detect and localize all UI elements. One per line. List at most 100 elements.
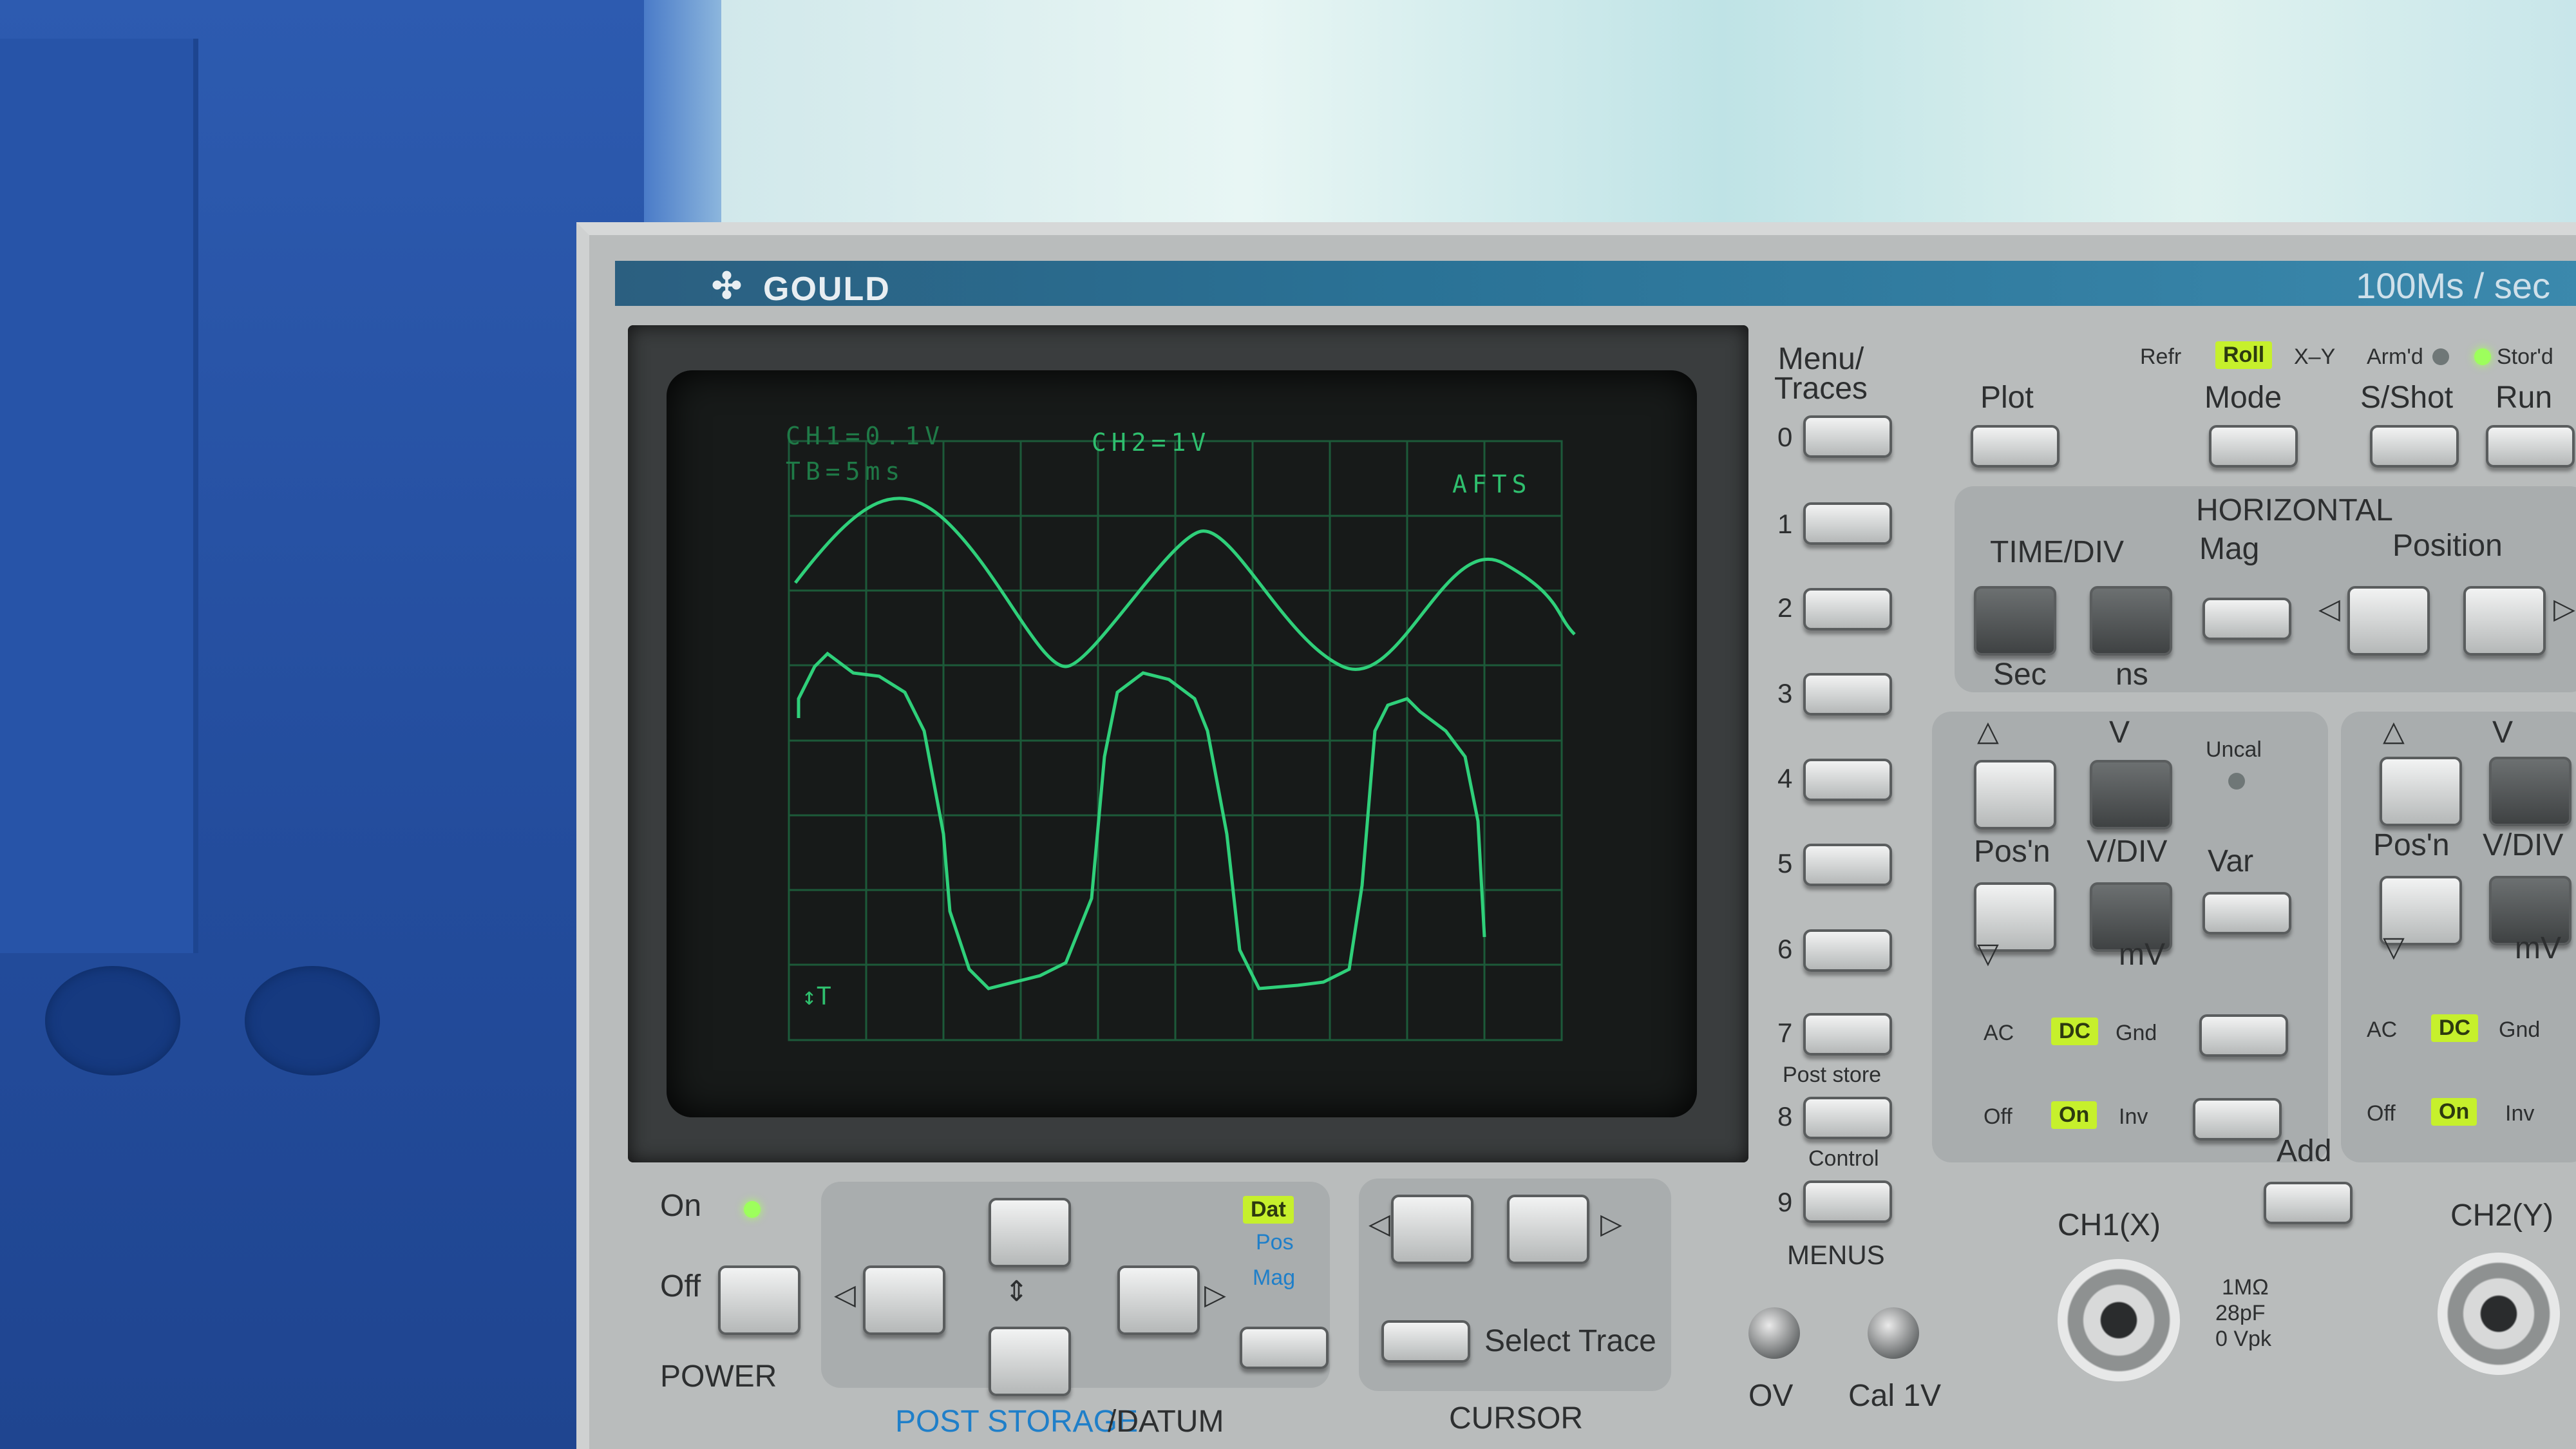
ch1-on-indicator: On bbox=[2051, 1101, 2098, 1129]
menu-key-9[interactable] bbox=[1803, 1180, 1892, 1223]
crt-screen: CH1=0.1V TB=5ms CH2=1V AFTS ↕T bbox=[667, 370, 1697, 1117]
brand-name: GOULD bbox=[763, 270, 891, 308]
gould-logo-icon: ✣ bbox=[712, 265, 744, 306]
ch1-spec-voltage: 0 Vpk bbox=[2215, 1327, 2271, 1351]
ch2-v-label: V bbox=[2492, 715, 2514, 750]
ch1-vdiv-v-button[interactable] bbox=[2090, 760, 2172, 829]
datum-right-button[interactable] bbox=[1117, 1265, 1200, 1335]
power-led bbox=[744, 1201, 761, 1218]
var-button[interactable] bbox=[2202, 892, 2291, 934]
chevron-right-icon: ▷ bbox=[1204, 1279, 1226, 1311]
menu-key-8[interactable] bbox=[1803, 1097, 1892, 1139]
datum-down-button[interactable] bbox=[989, 1327, 1071, 1396]
chevron-left-icon: ◁ bbox=[2318, 593, 2340, 625]
plot-label: Plot bbox=[1980, 381, 2034, 415]
plot-button[interactable] bbox=[1971, 425, 2060, 468]
ch2-off-label: Off bbox=[2367, 1101, 2396, 1126]
ch1-off-label: Off bbox=[1984, 1104, 2012, 1129]
ch2-mv-label: mV bbox=[2515, 931, 2561, 965]
ch1-bnc-connector[interactable] bbox=[2058, 1259, 2180, 1381]
ch2-dc-indicator: DC bbox=[2431, 1014, 2479, 1042]
menu-key-2[interactable] bbox=[1803, 588, 1892, 630]
mag-button[interactable] bbox=[2202, 598, 2291, 640]
mag-indicator: Mag bbox=[1253, 1265, 1296, 1290]
mode-readout: AFTS bbox=[1452, 470, 1532, 498]
cursor-left-button[interactable] bbox=[1391, 1195, 1473, 1264]
menu-key-5-label: 5 bbox=[1777, 848, 1793, 878]
refr-indicator: Refr bbox=[2140, 345, 2182, 369]
datum-left-button[interactable] bbox=[863, 1265, 945, 1335]
graticule bbox=[788, 440, 1563, 1041]
uncal-label: Uncal bbox=[2206, 737, 2262, 762]
power-on-label: On bbox=[660, 1189, 702, 1223]
mode-label: Mode bbox=[2204, 381, 2282, 415]
arrow-down-icon: ▽ bbox=[1977, 938, 1999, 969]
post-store-label: Post store bbox=[1783, 1063, 1882, 1087]
menu-key-1-label: 1 bbox=[1777, 509, 1793, 539]
run-label: Run bbox=[2496, 381, 2553, 415]
menu-key-3-label: 3 bbox=[1777, 678, 1793, 708]
ch2-connector-label: CH2(Y) bbox=[2450, 1198, 2554, 1233]
time-div-sec-button[interactable] bbox=[1974, 586, 2056, 656]
ns-label: ns bbox=[2116, 658, 2148, 692]
trace-ch1-sine bbox=[794, 497, 1576, 671]
chevron-right-icon: ▷ bbox=[2553, 593, 2575, 625]
menu-key-5[interactable] bbox=[1803, 844, 1892, 886]
sshot-button[interactable] bbox=[2370, 425, 2459, 468]
menu-key-3[interactable] bbox=[1803, 673, 1892, 715]
mode-button[interactable] bbox=[2209, 425, 2298, 468]
power-label: POWER bbox=[660, 1359, 777, 1394]
ch1-mv-label: mV bbox=[2119, 938, 2165, 972]
time-div-label: TIME/DIV bbox=[1990, 535, 2125, 569]
chevron-right-icon: ▷ bbox=[1600, 1208, 1622, 1240]
brand-bar: ✣ GOULD 100Ms / sec bbox=[615, 261, 2576, 308]
run-button[interactable] bbox=[2486, 425, 2575, 468]
ch1-posn-up-button[interactable] bbox=[1974, 760, 2056, 829]
time-div-ns-button[interactable] bbox=[2090, 586, 2172, 656]
cal-label: Cal 1V bbox=[1848, 1379, 1942, 1413]
ch1-onoff-button[interactable] bbox=[2193, 1098, 2282, 1141]
menu-key-1[interactable] bbox=[1803, 502, 1892, 545]
select-trace-button[interactable] bbox=[1381, 1320, 1470, 1363]
select-trace-label: Select Trace bbox=[1484, 1324, 1656, 1358]
oscilloscope: ✣ GOULD 100Ms / sec CH1=0.1V TB=5ms CH2=… bbox=[576, 222, 2576, 1449]
position-right-button[interactable] bbox=[2463, 586, 2546, 656]
pos-indicator: Pos bbox=[1256, 1230, 1294, 1255]
ov-terminal[interactable] bbox=[1748, 1307, 1800, 1359]
armd-led bbox=[2432, 348, 2449, 365]
menu-key-0[interactable] bbox=[1803, 415, 1892, 458]
menu-key-4[interactable] bbox=[1803, 759, 1892, 801]
menu-key-6[interactable] bbox=[1803, 929, 1892, 972]
menu-traces-label: Menu/ Traces bbox=[1774, 342, 1868, 406]
armd-indicator: Arm'd bbox=[2367, 345, 2423, 369]
chevron-left-icon: ◁ bbox=[1368, 1208, 1390, 1240]
ch1-coupling-button[interactable] bbox=[2199, 1014, 2288, 1057]
cal-terminal[interactable] bbox=[1868, 1307, 1919, 1359]
timebase-readout: TB=5ms bbox=[786, 457, 905, 486]
ch1-dc-indicator: DC bbox=[2051, 1018, 2099, 1045]
add-button[interactable] bbox=[2264, 1182, 2353, 1224]
ch2-vdiv-v-button[interactable] bbox=[2489, 757, 2571, 826]
cursor-right-button[interactable] bbox=[1507, 1195, 1589, 1264]
chevron-left-icon: ◁ bbox=[834, 1279, 856, 1311]
power-button[interactable] bbox=[718, 1265, 800, 1335]
up-down-arrows-icon: ⇕ bbox=[1005, 1276, 1028, 1307]
position-left-button[interactable] bbox=[2347, 586, 2430, 656]
menu-key-7[interactable] bbox=[1803, 1013, 1892, 1056]
sshot-label: S/Shot bbox=[2360, 381, 2454, 415]
add-label: Add bbox=[2277, 1134, 2332, 1168]
ch1-ac-label: AC bbox=[1984, 1021, 2014, 1045]
sample-rate-label: 100Ms / sec bbox=[2356, 265, 2550, 306]
cabinet-panel bbox=[0, 39, 198, 953]
power-off-label: Off bbox=[660, 1269, 701, 1303]
control-label: Control bbox=[1808, 1146, 1879, 1171]
datum-mode-button[interactable] bbox=[1240, 1327, 1329, 1369]
ch2-bnc-connector[interactable] bbox=[2438, 1253, 2560, 1375]
trigger-marker: ↕T bbox=[802, 982, 831, 1010]
ch1-spec-capacitance: 28pF bbox=[2215, 1301, 2266, 1325]
datum-up-button[interactable] bbox=[989, 1198, 1071, 1267]
ch2-posn-up-button[interactable] bbox=[2380, 757, 2462, 826]
var-label: Var bbox=[2208, 844, 2254, 878]
dat-indicator: Dat bbox=[1243, 1196, 1294, 1224]
cursor-label: CURSOR bbox=[1449, 1401, 1584, 1435]
